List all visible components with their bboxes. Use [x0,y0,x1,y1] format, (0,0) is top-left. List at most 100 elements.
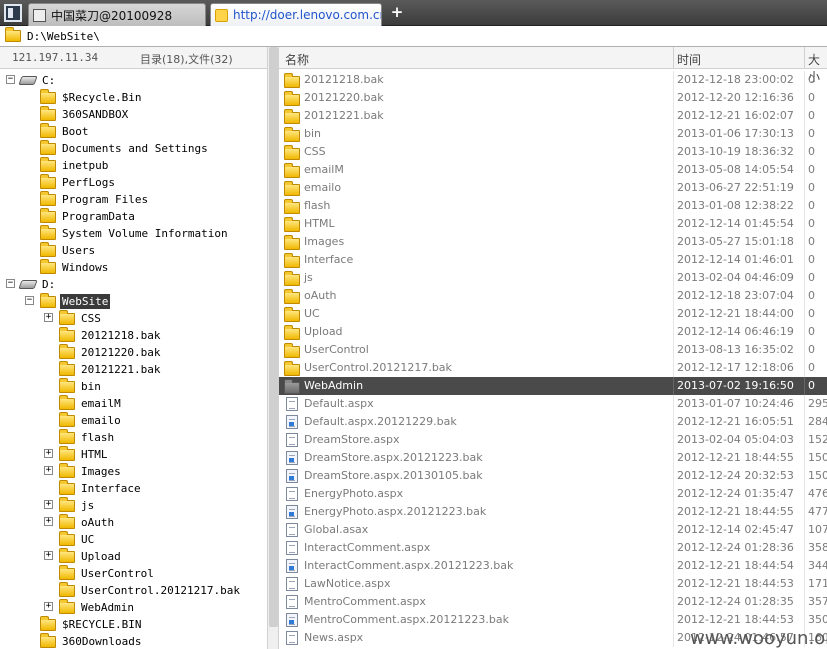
tree-folder[interactable]: 20121221.bak [59,360,162,378]
file-row[interactable]: 20121220.bak 2012-12-20 12:16:36 0 [279,89,827,107]
scrollbar-thumb[interactable] [269,47,278,627]
tree-folder[interactable]: + Images [44,462,123,480]
expand-icon[interactable]: + [44,313,53,322]
tree-folder[interactable]: 360SANDBOX [40,105,130,123]
row-divider [673,107,674,125]
file-row[interactable]: 20121221.bak 2012-12-21 16:02:07 0 [279,107,827,125]
tree-folder[interactable]: emailo [59,411,123,429]
current-path[interactable]: D:\WebSite\ [27,30,100,43]
expand-icon[interactable]: + [44,551,53,560]
tree-folder[interactable]: + js [44,496,96,514]
file-row[interactable]: Default.aspx.20121229.bak 2012-12-21 16:0… [279,413,827,431]
file-name: EnergyPhoto.aspx.20121223.bak [304,505,487,518]
file-row[interactable]: oAuth 2012-12-18 23:07:04 0 [279,287,827,305]
file-size: 3442 [808,559,827,572]
file-row[interactable]: UC 2012-12-21 18:44:00 0 [279,305,827,323]
icon-shape [286,415,298,429]
file-row[interactable]: Global.asax 2012-12-14 02:45:47 107 [279,521,827,539]
file-row[interactable]: Interface 2012-12-14 01:46:01 0 [279,251,827,269]
tree-folder[interactable]: + HTML [44,445,110,463]
tree-folder[interactable]: bin [59,377,103,395]
tree-folder[interactable]: Interface [59,479,143,497]
file-row[interactable]: Upload 2012-12-14 06:46:19 0 [279,323,827,341]
tree-folder[interactable]: + Upload [44,547,123,565]
tree-folder[interactable]: + WebAdmin [44,598,136,616]
tree-scrollbar[interactable] [267,47,279,649]
collapse-icon[interactable]: − [25,296,34,305]
tree-folder[interactable]: Documents and Settings [40,139,210,157]
collapse-icon[interactable]: − [6,279,15,288]
file-row[interactable]: CSS 2013-10-19 18:36:32 0 [279,143,827,161]
tree-folder[interactable]: UserControl [59,564,156,582]
file-row[interactable]: emailo 2013-06-27 22:51:19 0 [279,179,827,197]
expand-icon[interactable]: + [44,500,53,509]
file-row[interactable]: js 2013-02-04 04:46:09 0 [279,269,827,287]
file-row[interactable]: emailM 2013-05-08 14:05:54 0 [279,161,827,179]
new-tab-button[interactable]: + [389,4,405,20]
tree-folder[interactable]: emailM [59,394,123,412]
row-divider [673,611,674,629]
file-row[interactable]: LawNotice.aspx 2012-12-21 18:44:53 1719 [279,575,827,593]
tree-folder[interactable]: flash [59,428,116,446]
file-row[interactable]: Images 2013-05-27 15:01:18 0 [279,233,827,251]
file-row[interactable]: DreamStore.aspx.20121223.bak 2012-12-21 1… [279,449,827,467]
expand-icon[interactable]: + [44,602,53,611]
expand-icon[interactable]: + [44,466,53,475]
file-row[interactable]: 20121218.bak 2012-12-18 23:00:02 0 [279,71,827,89]
file-row[interactable]: MentroComment.aspx.20121223.bak 2012-12-2… [279,611,827,629]
file-row[interactable]: InteractComment.aspx 2012-12-24 01:28:36 3… [279,539,827,557]
tree-folder[interactable]: UC [59,530,96,548]
column-name[interactable]: 名称 [285,51,309,68]
column-time[interactable]: 时间 [677,51,701,68]
collapse-icon[interactable]: − [6,75,15,84]
row-divider [673,89,674,107]
tree-folder[interactable]: $RECYCLE.BIN [40,615,143,633]
expand-icon[interactable]: + [44,449,53,458]
file-row[interactable]: Default.aspx 2013-01-07 10:24:46 2957 [279,395,827,413]
app-menu-icon[interactable] [4,4,22,22]
column-divider[interactable] [673,47,674,69]
file-row[interactable]: HTML 2012-12-14 01:45:54 0 [279,215,827,233]
file-time: 2012-12-21 18:44:53 [677,613,794,626]
tree-folder[interactable]: Program Files [40,190,150,208]
tree-drive[interactable]: − C: [6,72,57,89]
file-row[interactable]: flash 2013-01-08 12:38:22 0 [279,197,827,215]
icon-shape [286,505,298,519]
file-row[interactable]: EnergyPhoto.aspx 2012-12-24 01:35:47 4769 [279,485,827,503]
tree-drive[interactable]: − D: [6,276,57,293]
tree-folder[interactable]: Boot [40,122,91,140]
tree-item-label: 20121221.bak [81,363,161,376]
tree-folder[interactable]: inetpub [40,156,110,174]
tab-bar: 中国菜刀@20100928 http://doer.lenovo.com.cn/… [0,0,827,26]
tree-folder[interactable]: System Volume Information [40,224,230,242]
tree-folder[interactable]: $Recycle.Bin [40,88,143,106]
file-row[interactable]: MentroComment.aspx 2012-12-24 01:28:35 357… [279,593,827,611]
row-divider [673,377,674,395]
tree-folder[interactable]: − WebSite [25,292,111,310]
file-icon [286,577,298,594]
file-icon [286,505,298,522]
tree-folder[interactable]: UserControl.20121217.bak [59,581,242,599]
tab-lenovo-url[interactable]: http://doer.lenovo.com.cn/C... [210,3,382,26]
tree-folder[interactable]: Windows [40,258,110,276]
file-row[interactable]: WebAdmin 2013-07-02 19:16:50 0 [279,377,827,395]
tree-folder[interactable]: 20121220.bak [59,343,162,361]
file-row[interactable]: DreamStore.aspx.20130105.bak 2012-12-24 2… [279,467,827,485]
tree-folder[interactable]: Users [40,241,97,259]
tree-folder[interactable]: 360Downloads [40,632,143,649]
tree-folder[interactable]: 20121218.bak [59,326,162,344]
tree-folder[interactable]: + CSS [44,309,103,327]
file-row[interactable]: bin 2013-01-06 17:30:13 0 [279,125,827,143]
file-row[interactable]: DreamStore.aspx 2013-02-04 05:04:03 1524 [279,431,827,449]
file-row[interactable]: UserControl 2013-08-13 16:35:02 0 [279,341,827,359]
tree-folder[interactable]: PerfLogs [40,173,117,191]
path-bar[interactable]: D:\WebSite\ [0,26,827,47]
file-row[interactable]: InteractComment.aspx.20121223.bak 2012-12… [279,557,827,575]
expand-icon[interactable]: + [44,517,53,526]
file-row[interactable]: UserControl.20121217.bak 2012-12-17 12:18… [279,359,827,377]
file-row[interactable]: EnergyPhoto.aspx.20121223.bak 2012-12-21 … [279,503,827,521]
tree-folder[interactable]: ProgramData [40,207,137,225]
column-divider[interactable] [804,47,805,69]
tree-folder[interactable]: + oAuth [44,513,116,531]
tab-caidao[interactable]: 中国菜刀@20100928 [28,3,206,26]
